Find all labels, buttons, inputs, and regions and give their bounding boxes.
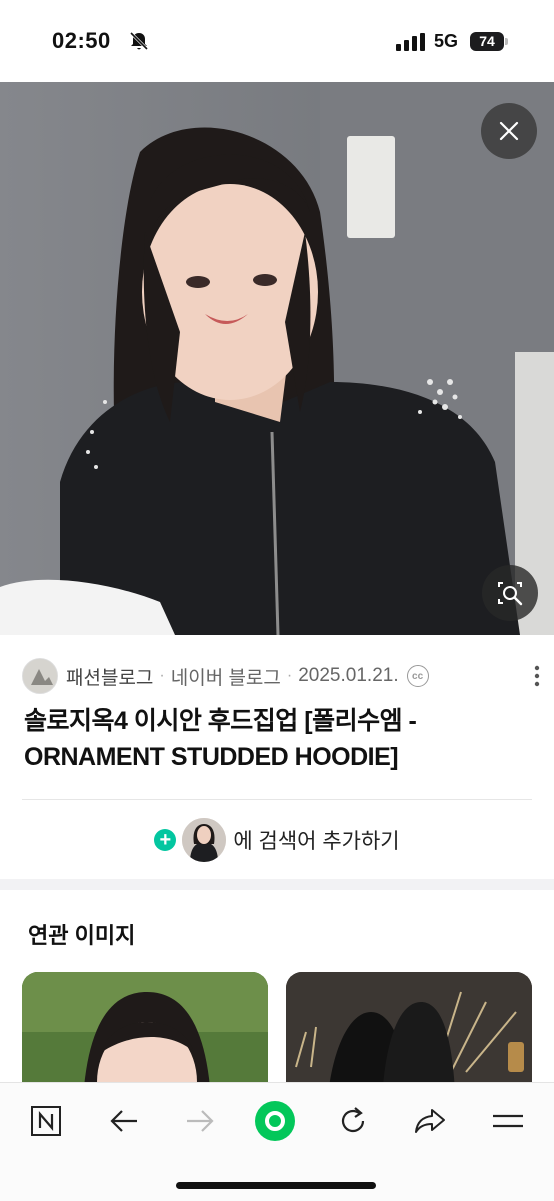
plus-icon: + (154, 829, 177, 851)
battery-icon: 74 (470, 32, 504, 51)
menu-button[interactable] (486, 1099, 530, 1143)
home-indicator (176, 1182, 376, 1189)
share-button[interactable] (408, 1099, 452, 1143)
back-arrow-icon (110, 1110, 137, 1132)
reload-button[interactable] (331, 1099, 375, 1143)
post-date: 2025.01.21. (298, 665, 399, 686)
hero-image[interactable] (0, 82, 554, 635)
source-meta-row: 패션블로그 · 네이버 블로그 · 2025.01.21. cc (22, 656, 542, 696)
source-name[interactable]: 패션블로그 (66, 663, 153, 690)
close-icon (499, 121, 519, 141)
separator-dot: · (159, 667, 165, 684)
forward-button[interactable] (178, 1099, 222, 1143)
add-search-label: 에 검색어 추가하기 (233, 830, 400, 853)
image-search-button[interactable] (482, 565, 538, 621)
source-avatar[interactable] (22, 658, 58, 694)
divider (22, 799, 532, 800)
share-icon (415, 1109, 445, 1133)
add-search-term-button[interactable]: + 에 검색어 추가하기 (0, 816, 554, 864)
green-dot-icon (255, 1101, 295, 1141)
green-dot-button[interactable] (253, 1099, 297, 1143)
naver-home-icon (31, 1106, 61, 1136)
bell-off-icon (129, 31, 149, 51)
cc-license-icon: cc (406, 665, 429, 687)
home-button[interactable] (24, 1099, 68, 1143)
image-search-icon (498, 582, 523, 606)
more-vertical-icon[interactable] (532, 664, 542, 688)
hero-photo (0, 82, 554, 635)
reload-icon (341, 1107, 365, 1133)
battery-tip (505, 38, 508, 45)
status-bar: 02:50 5G 74 (0, 0, 554, 82)
result-title[interactable]: 솔로지옥4 이시안 후드집업 [폴리수엠 - ORNAMENT STUDDED … (24, 703, 530, 775)
source-site: 네이버 블로그 (170, 667, 281, 689)
image-thumbnail (182, 818, 227, 862)
status-time: 02:50 (52, 28, 111, 53)
menu-icon (493, 1114, 523, 1128)
close-button[interactable] (481, 103, 537, 159)
network-label: 5G (434, 31, 459, 51)
image-thumbnail-art (182, 818, 227, 862)
separator-dot: · (286, 667, 293, 684)
source-avatar-image (23, 659, 57, 693)
forward-arrow-icon (187, 1110, 214, 1132)
signal-icon (396, 33, 425, 51)
section-gap (0, 879, 554, 890)
back-button[interactable] (102, 1099, 146, 1143)
related-images-title: 연관 이미지 (28, 923, 136, 948)
